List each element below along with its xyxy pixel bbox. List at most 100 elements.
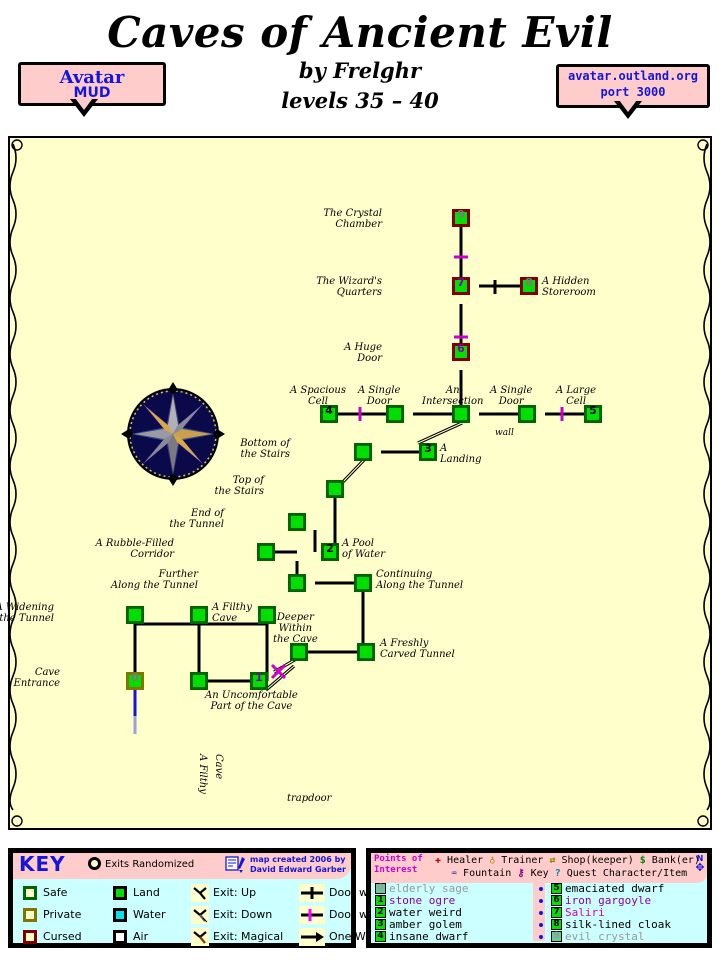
room-label-line: Landing <box>440 454 482 465</box>
mud-name-banner-tail-fill <box>75 98 93 110</box>
poi-bullet <box>539 911 543 915</box>
room-label-line: A <box>440 443 448 454</box>
room-r7[interactable]: 7 <box>452 277 470 295</box>
room-label-line: Cave <box>212 613 238 624</box>
room-label-line: Door <box>357 353 382 364</box>
room-rfc1[interactable] <box>190 606 208 624</box>
title-block: Caves of Ancient Evil by Frelghr levels … <box>0 0 720 132</box>
cartographer-credit: map created 2006 by David Edward Garber <box>250 855 346 875</box>
poi-badge-9: 9 <box>551 931 562 942</box>
room-label-line: A Widening <box>0 602 54 613</box>
room-label-r0: Cave Entrance <box>14 667 60 689</box>
room-rfct[interactable] <box>357 643 375 661</box>
room-label-line: the Tunnel <box>169 519 224 530</box>
poi-right-column: 5 emaciated dwarf 6 iron gargoyle 7 Saliri 8 si… <box>539 883 716 945</box>
room-label-line: A Filthy <box>212 602 252 613</box>
vertical-label-a-filthy: A Filthy <box>197 754 208 794</box>
exits-randomized-icon <box>88 857 101 870</box>
room-label-r2: A Pool of Water <box>342 538 385 560</box>
vertical-label-cave: Cave <box>213 754 224 780</box>
room-r4[interactable]: 4 <box>320 405 338 423</box>
room-rsd2[interactable] <box>518 405 536 423</box>
poi-compass-icon: N ✥ <box>695 854 705 874</box>
poi-legend-label: Quest Character/Item <box>566 868 688 879</box>
room-r1[interactable]: 1 <box>250 672 268 690</box>
room-r8[interactable]: 8 <box>520 277 538 295</box>
poi-legend-glyph: ✚ <box>435 855 448 866</box>
room-label-r4: A Spacious Cell <box>290 385 346 407</box>
room-label-line: Cell <box>308 396 328 407</box>
room-number-7: 7 <box>457 276 465 289</box>
points-of-interest-panel: Points of Interest ✚ Healer ♁ Trainer ⇄ … <box>366 848 712 948</box>
room-label-line: Continuing <box>376 569 433 580</box>
poi-name: evil crystal <box>565 930 645 943</box>
key-roomtype-label: Private <box>43 908 82 921</box>
room-label-line: Bottom of <box>240 438 290 449</box>
key-panel: KEY Exits Randomized map created 2006 by… <box>8 848 429 949</box>
room-label-line: the Stairs <box>240 449 291 460</box>
room-label-line: Deeper <box>276 612 314 623</box>
room-rdw[interactable] <box>290 643 308 661</box>
room-label-line: Cave <box>34 667 60 678</box>
room-rint[interactable] <box>452 405 470 423</box>
room-r6[interactable]: 6 <box>452 343 470 361</box>
room-number-9: 9 <box>457 208 465 221</box>
room-label-line: A Single <box>358 385 401 396</box>
room-label-r5: A Large Cell <box>556 385 596 407</box>
room-label-r1: An Uncomfortable Part of the Cave <box>205 690 298 712</box>
room-rsd1[interactable] <box>386 405 404 423</box>
key-title: KEY <box>19 852 66 876</box>
poi-badge-4: 4 <box>375 931 386 942</box>
server-address-banner-tail-fill <box>619 100 637 112</box>
poi-legend-glyph: ♁ <box>489 855 502 866</box>
poi-title-line1: Points of <box>374 854 423 864</box>
room-label-line: An Uncomfortable <box>205 690 298 701</box>
room-ret[interactable] <box>288 513 306 531</box>
door-with-lock-icon <box>299 906 325 924</box>
key-exit-column: Exit: Up Exit: Down Exit: Magical <box>191 883 301 949</box>
room-label-line: Door <box>498 396 524 407</box>
room-r9[interactable]: 9 <box>452 209 470 227</box>
poi-legend-glyph: ⚷ <box>517 868 531 879</box>
room-rca[interactable] <box>354 574 372 592</box>
room-rfcv[interactable] <box>190 672 208 690</box>
room-rwid[interactable] <box>126 606 144 624</box>
room-label-line: End of <box>190 508 224 519</box>
poi-title-line2: Interest <box>374 865 418 875</box>
room-rbs[interactable] <box>354 443 372 461</box>
room-r2[interactable]: 2 <box>321 543 339 561</box>
poi-legend-label: Healer <box>447 855 490 866</box>
room-label-line: The Wizard's <box>316 276 382 287</box>
key-terrain-swatch <box>113 930 127 944</box>
room-label-r8: A Hidden Storeroom <box>542 276 596 298</box>
room-number-8: 8 <box>525 276 533 289</box>
room-r5[interactable]: 5 <box>584 405 602 423</box>
poi-left-column: 0 elderly sage 1 stone ogre 2 water weird 3 amb… <box>375 883 540 945</box>
key-terrain-label: Land <box>133 886 160 899</box>
room-number-3: 3 <box>424 442 432 455</box>
room-label-rca: Continuing Along the Tunnel <box>376 569 463 591</box>
room-label-line: An <box>445 385 460 396</box>
room-number-2: 2 <box>326 542 334 555</box>
room-label-r3: A Landing <box>440 443 481 465</box>
poi-legend-label: Fountain <box>463 868 518 879</box>
cartographer-icon <box>225 856 245 873</box>
room-r3[interactable]: 3 <box>419 443 437 461</box>
room-label-r6: A Huge Door <box>344 342 382 364</box>
room-label-line: A Freshly <box>380 638 429 649</box>
room-rts[interactable] <box>326 480 344 498</box>
poi-legend-glyph: $ <box>639 855 652 866</box>
room-label-line: Along the Tunnel <box>376 580 464 591</box>
room-r0[interactable]: 0 <box>126 672 144 690</box>
room-rrf[interactable] <box>257 543 275 561</box>
door-without-lock-icon <box>299 884 325 902</box>
room-label-rwid: A Wideningin the Tunnel <box>0 602 54 624</box>
key-room-type-column: Safe Private Cursed <box>23 883 113 949</box>
key-terrain-swatch <box>113 908 127 922</box>
room-rfa[interactable] <box>288 574 306 592</box>
poi-badge-2: 2 <box>375 907 386 918</box>
room-label-line: Door <box>366 396 392 407</box>
room-label-line: Corridor <box>130 549 174 560</box>
exit-up-icon <box>191 884 209 902</box>
room-label-r7: The Wizard's Quarters <box>316 276 382 298</box>
